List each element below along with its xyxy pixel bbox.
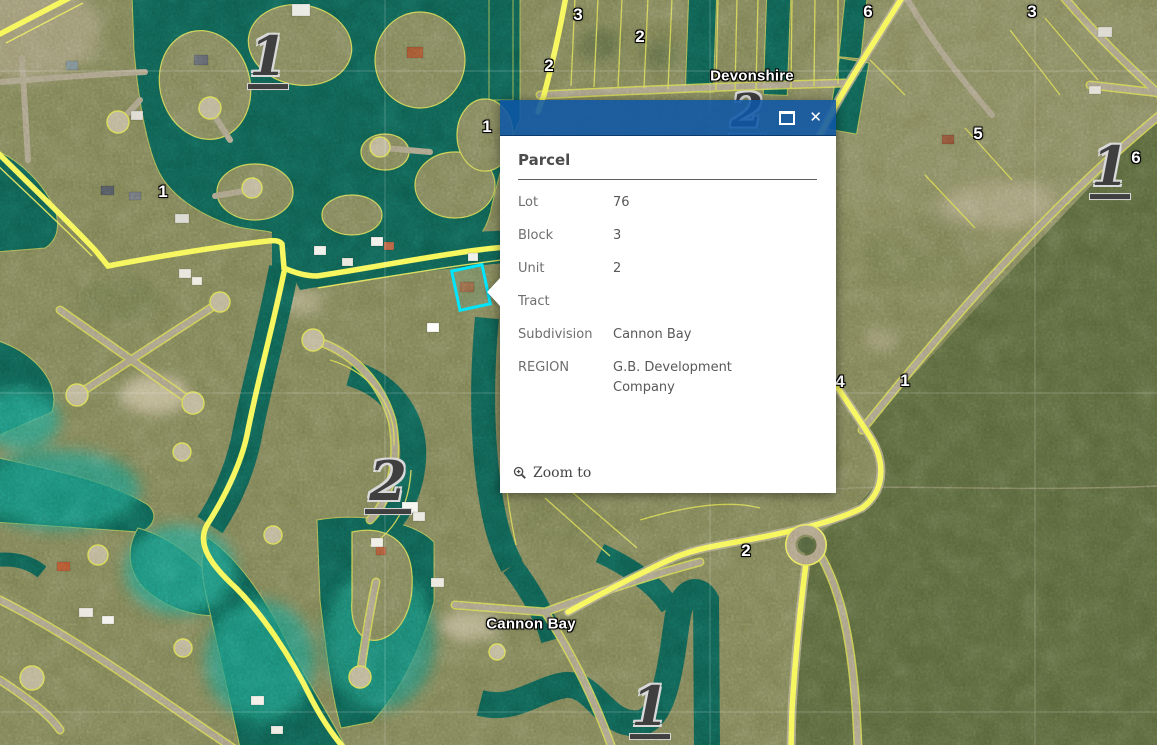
attribute-label: Block <box>518 226 613 246</box>
popup-callout-arrow <box>487 278 500 306</box>
unit-number-label: 1 <box>629 684 671 740</box>
map-canvas[interactable]: 1 2 1 1 2 3 2 2 6 3 5 6 1 1 1 4 2 Devons… <box>0 0 1157 745</box>
attribute-value: 3 <box>613 226 621 246</box>
parcel-popup: ✕ Parcel Lot 76 Block 3 Unit 2 Tract Sub <box>500 100 836 493</box>
attribute-label: Subdivision <box>518 325 613 345</box>
attribute-value: G.B. Development Company <box>613 358 765 398</box>
popup-heading: Parcel <box>518 151 817 169</box>
block-number-label: 6 <box>1131 148 1140 168</box>
attribute-value: 76 <box>613 193 630 213</box>
subdivision-name-label: Devonshire <box>710 68 794 85</box>
attribute-row: Lot 76 <box>518 193 817 213</box>
popup-body: Parcel Lot 76 Block 3 Unit 2 Tract Subdi… <box>500 136 836 493</box>
attribute-label: Tract <box>518 292 613 312</box>
attribute-label: REGION <box>518 358 613 398</box>
maximize-icon[interactable] <box>779 111 795 125</box>
unit-number-label: 1 <box>1089 144 1131 200</box>
close-icon[interactable]: ✕ <box>809 110 822 125</box>
block-number-label: 3 <box>1027 2 1036 22</box>
attribute-row: Tract <box>518 292 817 312</box>
attribute-row: Subdivision Cannon Bay <box>518 325 817 345</box>
zoom-to-button[interactable]: Zoom to <box>513 465 591 481</box>
block-number-label: 5 <box>973 124 982 144</box>
block-number-label: 1 <box>900 371 909 391</box>
attribute-row: Unit 2 <box>518 259 817 279</box>
block-number-label: 1 <box>158 182 167 202</box>
block-number-label: 2 <box>635 27 644 47</box>
attribute-label: Lot <box>518 193 613 213</box>
unit-number-label: 2 <box>364 459 412 515</box>
subdivision-name-label: Cannon Bay <box>486 616 576 633</box>
attribute-value: Cannon Bay <box>613 325 691 345</box>
block-number-label: 3 <box>573 5 582 25</box>
attribute-label: Unit <box>518 259 613 279</box>
zoom-to-label: Zoom to <box>533 465 591 481</box>
attribute-row: REGION G.B. Development Company <box>518 358 817 398</box>
block-number-label: 2 <box>741 541 750 561</box>
block-number-label: 2 <box>544 56 553 76</box>
block-number-label: 6 <box>863 2 872 22</box>
unit-number-label: 1 <box>247 34 289 90</box>
attribute-value: 2 <box>613 259 621 279</box>
block-number-label: 1 <box>482 117 491 137</box>
popup-divider <box>518 179 817 180</box>
zoom-in-icon <box>513 466 527 480</box>
block-number-label: 4 <box>835 372 844 392</box>
popup-titlebar[interactable]: ✕ <box>500 100 836 136</box>
attribute-row: Block 3 <box>518 226 817 246</box>
